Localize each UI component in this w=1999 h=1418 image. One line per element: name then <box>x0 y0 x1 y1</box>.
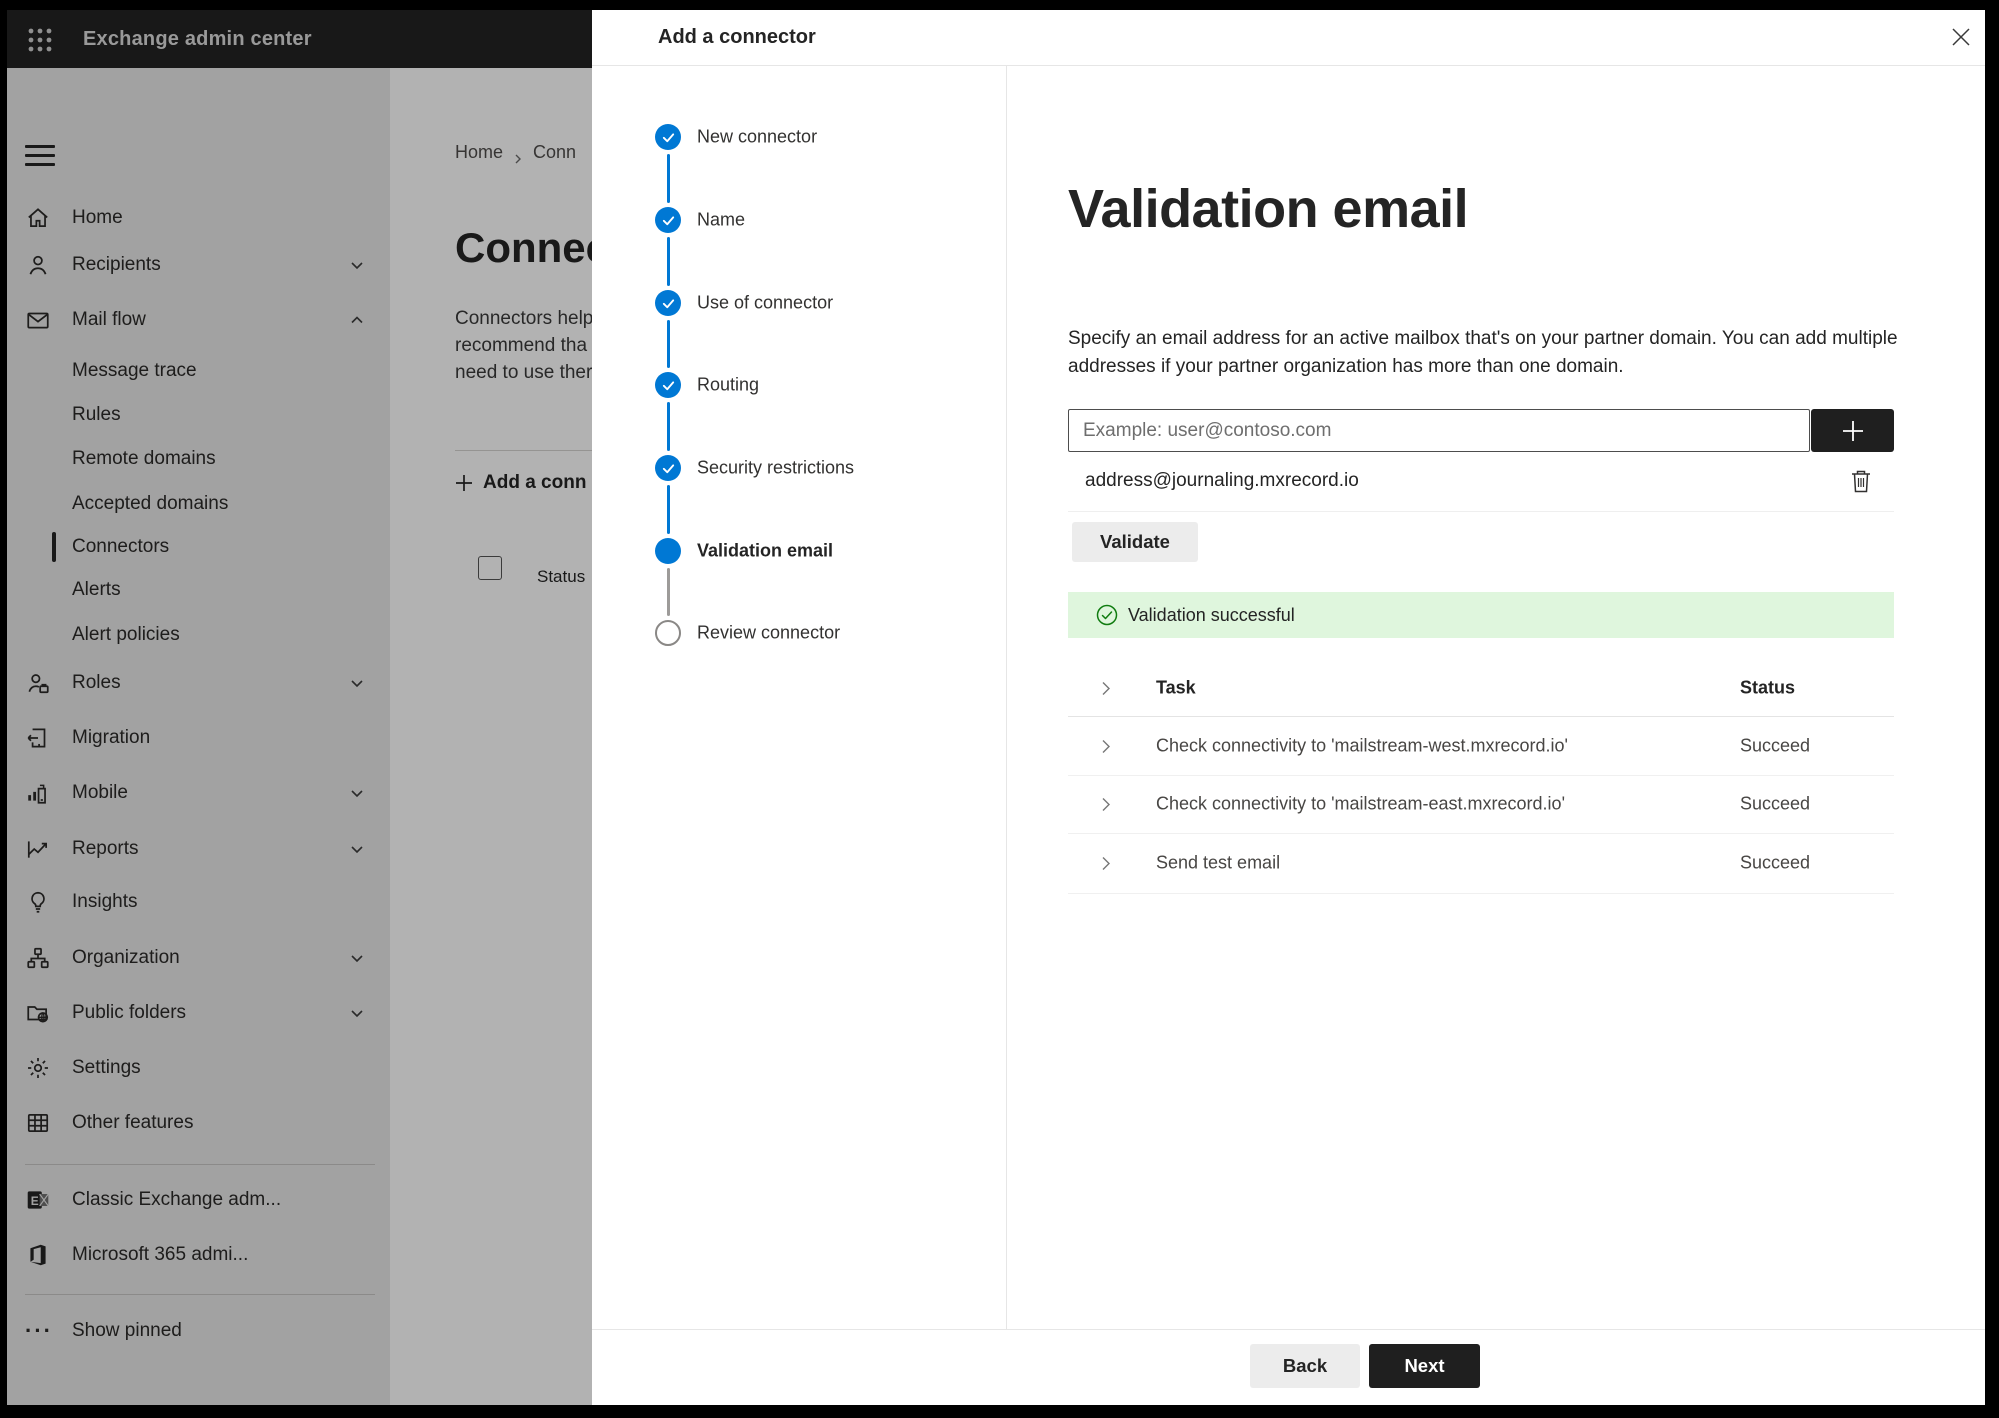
task-column-header: Task <box>1156 677 1196 698</box>
task-cell: Check connectivity to 'mailstream-east.m… <box>1156 793 1566 814</box>
table-header-row: Task Status <box>1068 671 1894 705</box>
table-divider <box>1068 775 1894 776</box>
step-connector-line <box>666 320 670 368</box>
step-current-dot <box>655 538 681 564</box>
validation-success-banner: Validation successful <box>1068 592 1894 638</box>
step-page-description: Specify an email address for an active m… <box>1068 328 1898 377</box>
status-cell: Succeed <box>1740 852 1811 873</box>
added-address: address@journaling.mxrecord.io <box>1085 470 1359 491</box>
wizard-steps: New connector Name Use of connector Rout… <box>592 65 1007 1330</box>
table-divider <box>1068 833 1894 834</box>
step-check-icon <box>655 290 681 316</box>
close-icon[interactable] <box>1944 20 1978 54</box>
success-message: Validation successful <box>1128 604 1295 625</box>
step-check-icon <box>655 372 681 398</box>
task-cell: Check connectivity to 'mailstream-west.m… <box>1156 735 1568 756</box>
chevron-right-icon[interactable] <box>1098 855 1114 871</box>
wizard-step-label: Routing <box>697 374 760 395</box>
add-address-button[interactable] <box>1811 409 1894 452</box>
table-row: Check connectivity to 'mailstream-east.m… <box>1068 787 1894 821</box>
panel-footer: Back Next <box>592 1329 1985 1405</box>
table-divider <box>1068 716 1894 717</box>
wizard-step-label: Validation email <box>697 540 834 561</box>
table-divider <box>1068 893 1894 894</box>
task-cell: Send test email <box>1156 852 1281 873</box>
plus-icon <box>1842 420 1863 441</box>
success-check-icon <box>1096 604 1118 626</box>
next-button[interactable]: Next <box>1369 1344 1480 1388</box>
step-connector-line <box>666 568 670 616</box>
trash-icon[interactable] <box>1847 466 1875 496</box>
table-row: Send test email Succeed <box>1068 846 1894 880</box>
step-page-title: Validation email <box>1068 179 1469 239</box>
step-connector-line <box>666 237 670 286</box>
wizard-step-label: Security restrictions <box>697 457 855 478</box>
app-window: Exchange admin center Home Recipients Ma… <box>7 10 1985 1405</box>
status-cell: Succeed <box>1740 793 1811 814</box>
chevron-right-icon[interactable] <box>1098 680 1114 696</box>
validate-button[interactable]: Validate <box>1072 522 1198 562</box>
add-connector-panel: Add a connector New connector Name Use o… <box>592 10 1985 1405</box>
wizard-step-label: Review connector <box>697 622 841 643</box>
chevron-right-icon[interactable] <box>1098 796 1114 812</box>
wizard-step-label: New connector <box>697 126 818 147</box>
table-row: Check connectivity to 'mailstream-west.m… <box>1068 729 1894 763</box>
wizard-step-label: Name <box>697 209 746 230</box>
back-button[interactable]: Back <box>1250 1344 1360 1388</box>
step-connector-line <box>666 402 670 451</box>
status-column-header: Status <box>1740 677 1796 698</box>
panel-header: Add a connector <box>592 10 1985 66</box>
step-check-icon <box>655 455 681 481</box>
step-pending-circle <box>655 620 681 646</box>
step-connector-line <box>666 154 670 203</box>
address-divider <box>1068 511 1894 512</box>
email-address-input[interactable] <box>1068 409 1810 452</box>
status-cell: Succeed <box>1740 735 1811 756</box>
step-check-icon <box>655 124 681 150</box>
step-check-icon <box>655 207 681 233</box>
wizard-step-label: Use of connector <box>697 292 834 313</box>
chevron-right-icon[interactable] <box>1098 738 1114 754</box>
step-connector-line <box>666 485 670 534</box>
panel-title: Add a connector <box>658 26 816 48</box>
